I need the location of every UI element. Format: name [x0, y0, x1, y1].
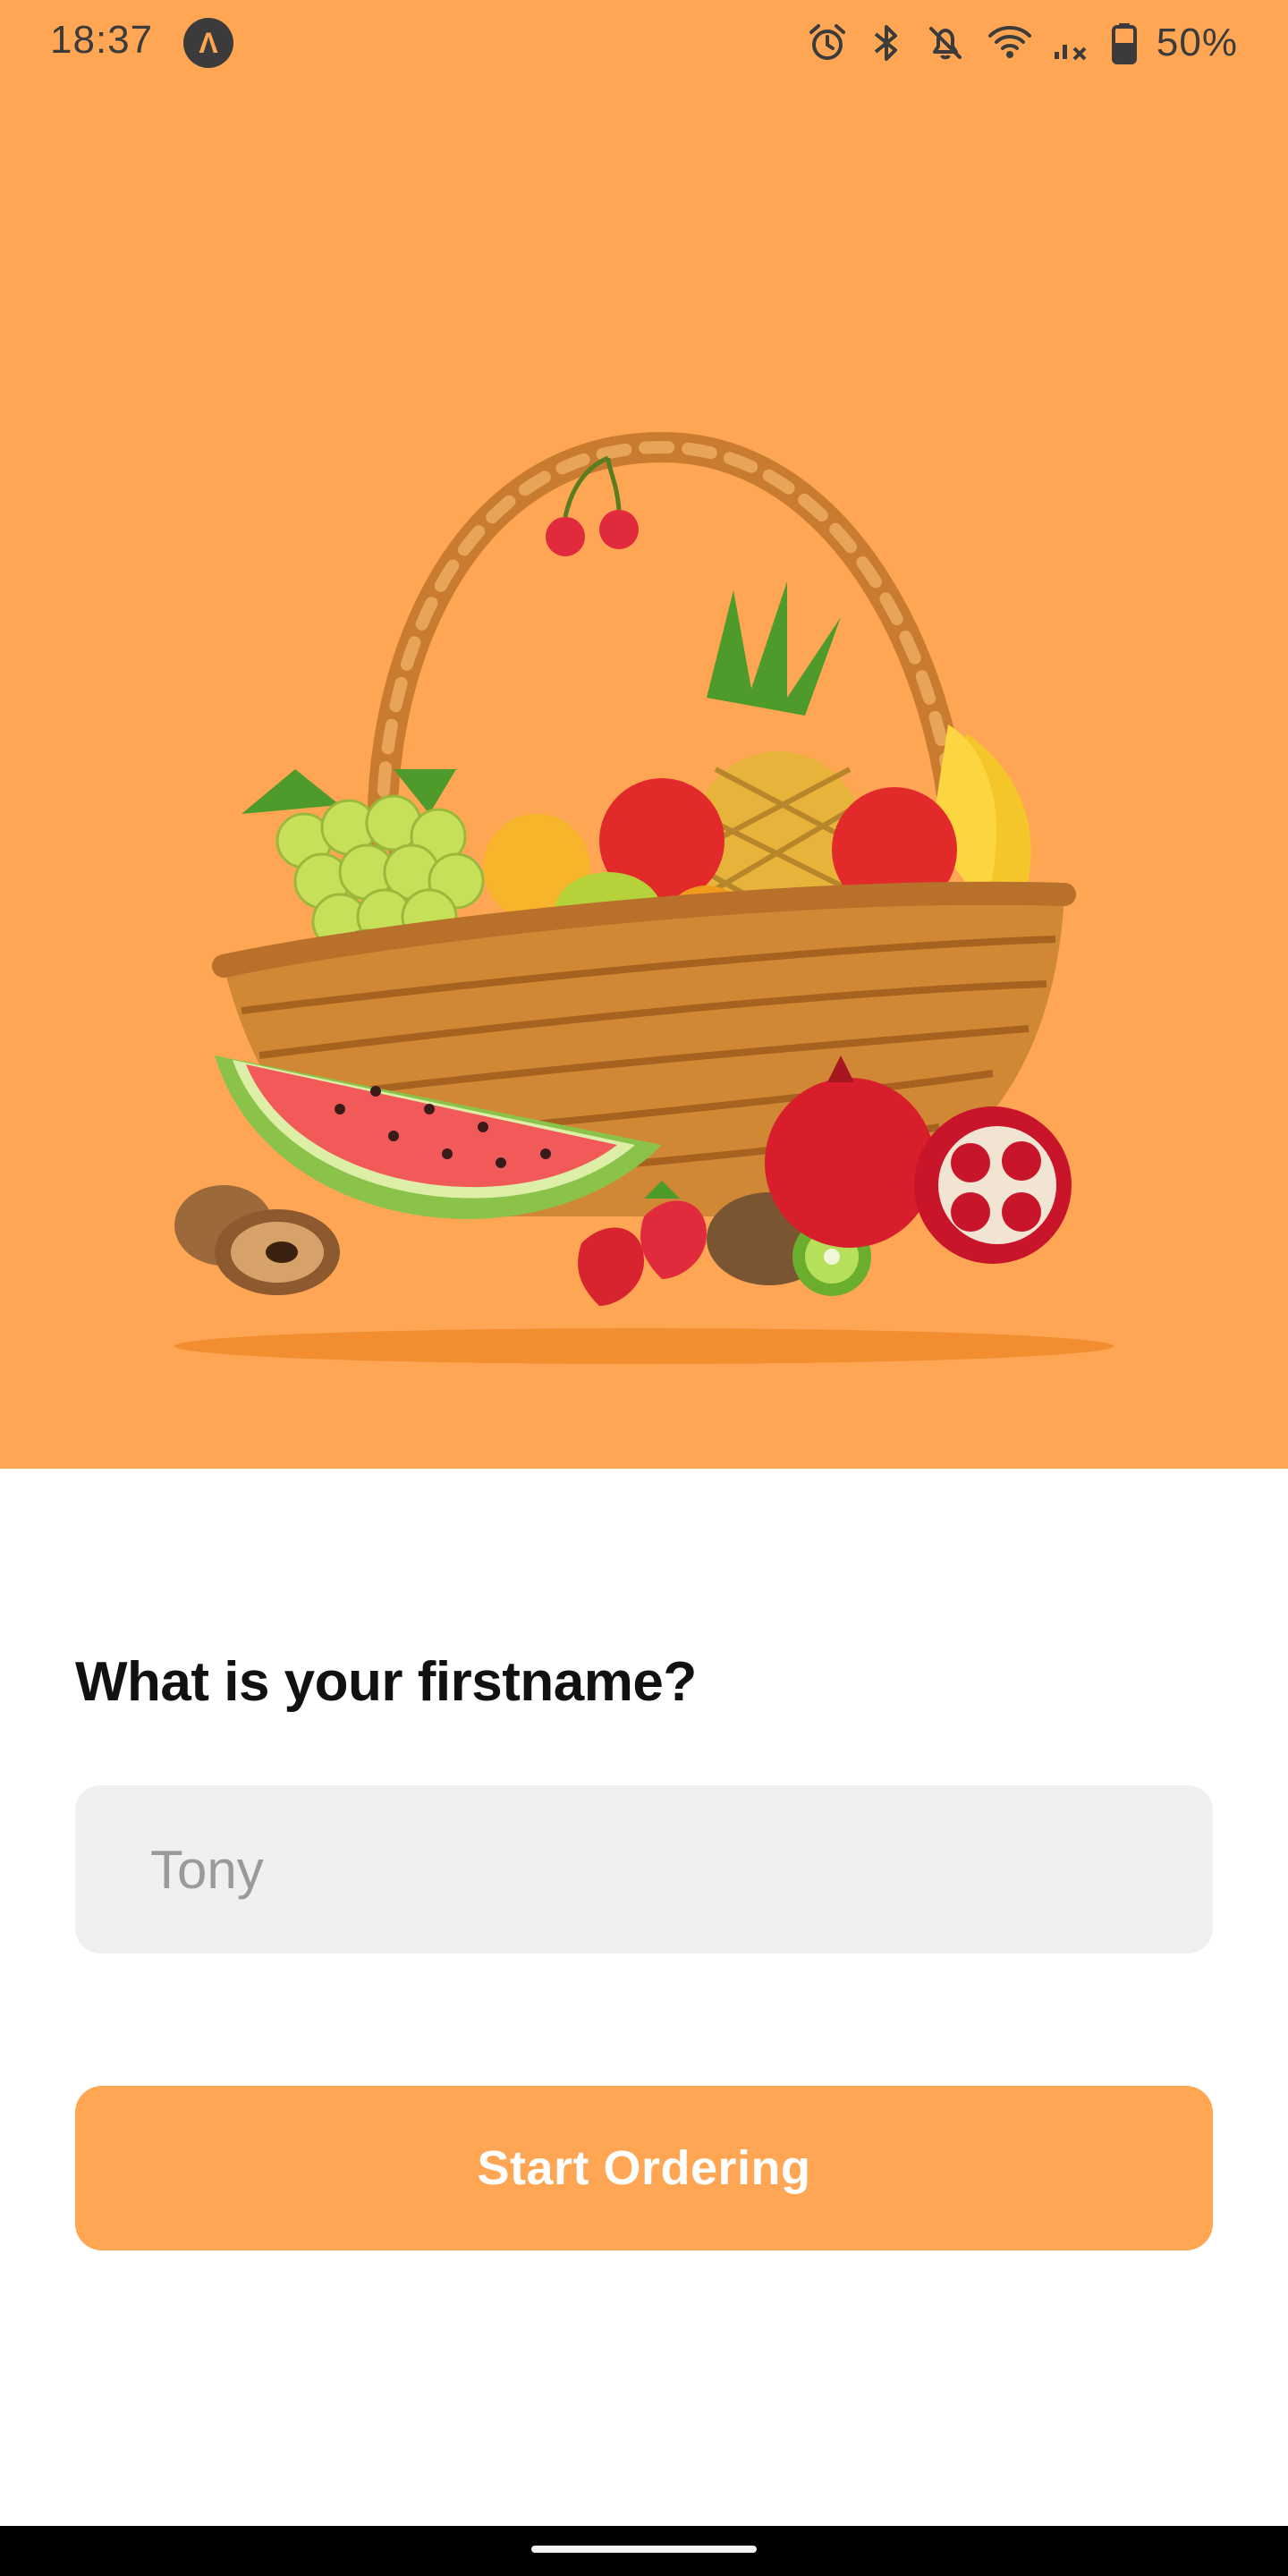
start-ordering-button[interactable]: Start Ordering [75, 2086, 1213, 2250]
home-indicator[interactable] [531, 2546, 757, 2553]
fruit-basket-illustration [174, 431, 1114, 1364]
signal-icon [1054, 45, 1087, 61]
notifications-off-icon [928, 27, 962, 60]
battery-percent: 50% [1156, 21, 1238, 64]
alarm-icon [809, 24, 845, 60]
bluetooth-icon [874, 25, 897, 61]
status-time: 18:37 [50, 18, 154, 62]
firstname-question: What is your firstname? [75, 1651, 697, 1713]
hero-banner: 18:37 Λ 50% [0, 0, 1288, 1469]
firstname-input[interactable] [75, 1785, 1213, 1953]
status-icons: 50% [806, 16, 1238, 70]
app-notification-icon: Λ [183, 18, 233, 68]
status-bar: 18:37 Λ 50% [0, 0, 1288, 89]
system-navigation-bar [0, 2526, 1288, 2576]
battery-icon [1111, 23, 1137, 64]
welcome-screen: 18:37 Λ 50% What is your firstname? Tony… [0, 0, 1288, 2576]
wifi-icon [987, 26, 1031, 58]
